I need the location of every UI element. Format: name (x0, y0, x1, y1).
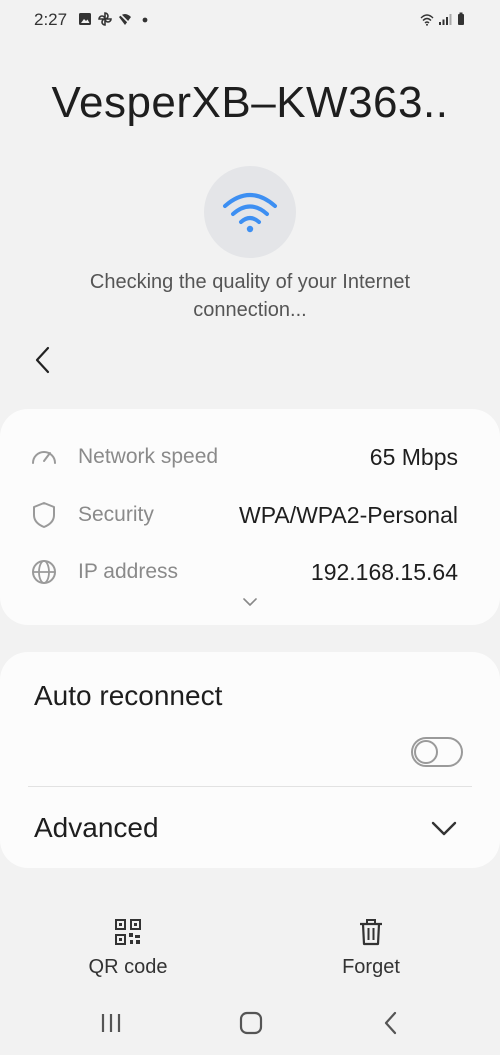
wifi-icon (223, 193, 277, 233)
chevron-down-icon[interactable] (430, 820, 458, 838)
ip-address-value: 192.168.15.64 (310, 559, 458, 585)
qr-code-label: QR code (88, 956, 168, 978)
connection-check-message: Checking the quality of your Internet co… (89, 271, 411, 321)
network-speed-row: Network speed 65 Mbps (0, 437, 500, 477)
speedometer-icon (32, 451, 56, 464)
ip-address-label: IP address (78, 560, 179, 583)
no-signal-icon (119, 13, 131, 25)
qr-code-icon (115, 919, 141, 945)
recent-apps-button[interactable] (96, 1008, 126, 1038)
pinwheel-icon (98, 12, 112, 26)
status-time: 2:27 (34, 10, 68, 29)
wifi-network-details-screen: 2:27 VesperXB–KW363.. Checking the quali… (0, 0, 500, 1055)
nav-back-button[interactable] (376, 1008, 406, 1038)
forget-label: Forget (342, 956, 400, 978)
toggle-knob (414, 740, 438, 764)
wifi-status-badge (204, 166, 296, 258)
home-button[interactable] (236, 1008, 266, 1038)
status-notification-icons (78, 12, 152, 26)
trash-icon (360, 919, 382, 946)
network-speed-value: 65 Mbps (369, 444, 458, 470)
status-system-icons (420, 12, 470, 26)
expand-details-chevron-icon[interactable] (242, 597, 258, 607)
status-bar: 2:27 (0, 0, 500, 40)
security-value: WPA/WPA2-Personal (239, 502, 458, 528)
battery-icon (458, 12, 464, 25)
network-speed-label: Network speed (78, 445, 219, 468)
network-info-card: Network speed 65 Mbps Security WPA/WPA2-… (0, 409, 500, 625)
network-name-title: VesperXB–KW363.. (51, 78, 449, 127)
security-row: Security WPA/WPA2-Personal (0, 495, 500, 535)
shield-icon (33, 502, 55, 528)
dot-icon (142, 17, 148, 23)
security-label: Security (78, 503, 154, 526)
qr-code-button[interactable]: QR code (68, 918, 188, 979)
globe-icon (32, 560, 56, 584)
wifi-signal-icon (420, 14, 434, 26)
cell-signal-icon (439, 14, 452, 25)
ip-address-row: IP address 192.168.15.64 (0, 552, 500, 592)
auto-reconnect-label: Auto reconnect (34, 680, 223, 711)
advanced-label[interactable]: Advanced (34, 812, 159, 844)
gallery-icon (79, 13, 91, 25)
forget-button[interactable]: Forget (311, 918, 431, 979)
back-button[interactable] (30, 344, 58, 376)
divider (28, 786, 472, 787)
auto-reconnect-toggle[interactable] (411, 737, 463, 767)
